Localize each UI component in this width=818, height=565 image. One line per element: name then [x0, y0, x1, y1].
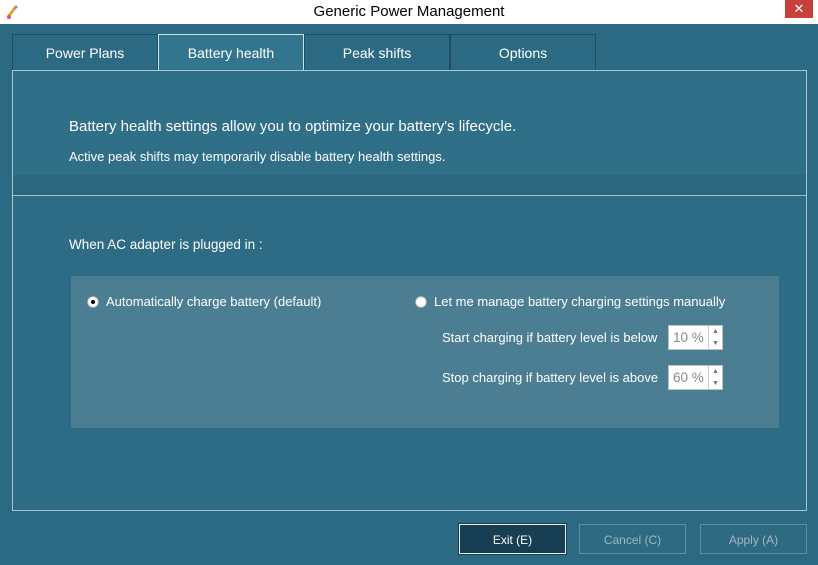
start-charging-value[interactable]: 10 % — [673, 330, 704, 345]
info-line-2: Active peak shifts may temporarily disab… — [69, 149, 446, 164]
charging-options-group: Automatically charge battery (default) L… — [71, 276, 779, 428]
battery-health-panel: Battery health settings allow you to opt… — [12, 70, 807, 511]
tab-power-plans[interactable]: Power Plans — [12, 34, 158, 70]
tab-options[interactable]: Options — [450, 34, 596, 70]
auto-charge-label[interactable]: Automatically charge battery (default) — [106, 294, 321, 309]
start-charging-label: Start charging if battery level is below — [442, 330, 658, 345]
tab-battery-health[interactable]: Battery health — [158, 34, 304, 71]
manual-charge-radio[interactable] — [415, 296, 427, 308]
stop-charging-value[interactable]: 60 % — [673, 370, 704, 385]
info-line-1: Battery health settings allow you to opt… — [69, 118, 517, 135]
exit-button[interactable]: Exit (E) — [458, 523, 567, 555]
info-banner: Battery health settings allow you to opt… — [13, 71, 806, 196]
start-charging-stepper[interactable]: 10 % ▲ ▼ — [668, 325, 723, 350]
manual-charge-label[interactable]: Let me manage battery charging settings … — [434, 294, 725, 309]
stop-charging-label: Stop charging if battery level is above — [442, 370, 659, 385]
window-title: Generic Power Management — [313, 3, 505, 20]
stop-charging-stepper[interactable]: 60 % ▲ ▼ — [668, 365, 723, 390]
title-bar: Generic Power Management ✕ — [0, 0, 818, 24]
chevron-down-icon[interactable]: ▼ — [709, 338, 722, 349]
auto-charge-radio[interactable] — [87, 296, 99, 308]
ac-adapter-label: When AC adapter is plugged in : — [69, 237, 263, 252]
tab-peak-shifts[interactable]: Peak shifts — [304, 34, 450, 70]
cancel-button[interactable]: Cancel (C) — [579, 524, 686, 554]
chevron-down-icon[interactable]: ▼ — [709, 378, 722, 389]
apply-button[interactable]: Apply (A) — [700, 524, 807, 554]
close-button[interactable]: ✕ — [785, 0, 813, 18]
chevron-up-icon[interactable]: ▲ — [709, 326, 722, 337]
chevron-up-icon[interactable]: ▲ — [709, 366, 722, 377]
